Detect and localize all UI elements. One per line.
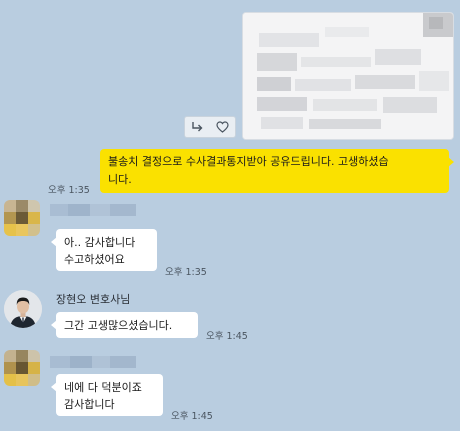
sender-name-blurred <box>50 356 136 368</box>
message-time: 오후 1:35 <box>48 185 90 196</box>
sender-name: 장현오 변호사님 <box>56 293 131 306</box>
other-message-bubble: 아.. 감사합니다 수고하셨어요 <box>51 229 157 271</box>
avatar[interactable] <box>4 290 42 328</box>
avatar[interactable] <box>4 200 40 236</box>
message-time: 오후 1:35 <box>165 267 207 278</box>
other-message-bubble: 그간 고생많으셨습니다. <box>51 312 198 338</box>
my-message-bubble: 불송치 결정으로 수사결과통지받아 공유드립니다. 고생하셨습 니다. <box>100 149 454 193</box>
image-actions <box>184 116 236 138</box>
avatar[interactable] <box>4 350 40 386</box>
heart-icon[interactable] <box>212 117 234 137</box>
shared-document-image[interactable] <box>242 12 454 140</box>
other-message-bubble: 네에 다 덕분이죠 감사합니다 <box>51 374 163 416</box>
message-time: 오후 1:45 <box>171 411 213 422</box>
message-time: 오후 1:45 <box>206 331 248 342</box>
sender-name-blurred <box>50 204 136 216</box>
forward-arrow-icon[interactable] <box>187 117 209 137</box>
